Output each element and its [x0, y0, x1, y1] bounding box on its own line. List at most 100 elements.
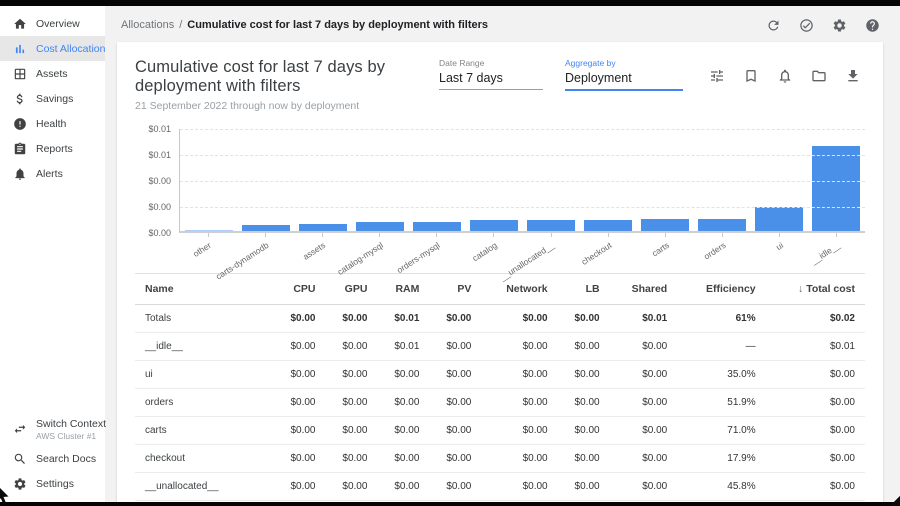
home-icon	[13, 17, 27, 31]
cell-cpu: $0.00	[274, 389, 326, 417]
table-row-totals[interactable]: Totals$0.00$0.00$0.01$0.00$0.00$0.00$0.0…	[135, 305, 865, 333]
sidebar-item-text: Settings	[36, 478, 74, 490]
column-header-lb[interactable]: LB	[558, 274, 610, 305]
cell-ram: $0.00	[377, 361, 429, 389]
folder-icon[interactable]	[807, 64, 831, 88]
sidebar: OverviewCost Allocation Assets SavingsHeal…	[0, 6, 105, 502]
sidebar-item-alerts[interactable]: Alerts	[0, 161, 105, 186]
breadcrumb: Allocations / Cumulative cost for last 7…	[121, 19, 488, 31]
sidebar-item-settings[interactable]: Settings	[0, 471, 105, 496]
error-icon	[13, 117, 27, 131]
cell-network: $0.00	[481, 473, 557, 501]
sidebar-item-savings[interactable]: Savings	[0, 86, 105, 111]
cell-lb: $0.00	[558, 417, 610, 445]
cell-total-cost: $0.02	[766, 305, 865, 333]
bar-ui[interactable]	[755, 207, 803, 231]
help-icon[interactable]	[860, 13, 884, 37]
sidebar-item-health[interactable]: Health	[0, 111, 105, 136]
table-row-ui[interactable]: ui$0.00$0.00$0.00$0.00$0.00$0.00$0.0035.…	[135, 361, 865, 389]
chart-gridline	[180, 207, 865, 208]
column-header-total-cost[interactable]: ↓ Total cost	[766, 274, 865, 305]
check-circle-icon[interactable]	[794, 13, 818, 37]
breadcrumb-separator: /	[179, 19, 182, 31]
sidebar-item-search-docs[interactable]: Search Docs	[0, 446, 105, 471]
sidebar-item-overview[interactable]: Overview	[0, 11, 105, 36]
column-header-name[interactable]: Name	[135, 274, 274, 305]
download-icon[interactable]	[841, 64, 865, 88]
bar-carts-dynamodb[interactable]	[242, 225, 290, 231]
column-header-shared[interactable]: Shared	[610, 274, 678, 305]
x-tick: checkout	[579, 233, 636, 267]
cell-efficiency: 35.0%	[677, 361, 765, 389]
bar-unallocated[interactable]	[527, 220, 575, 231]
bar-checkout[interactable]	[584, 220, 632, 231]
cell-gpu: $0.00	[325, 361, 377, 389]
bar-assets[interactable]	[299, 224, 347, 231]
dollar-icon	[13, 92, 27, 106]
bar-catalog[interactable]	[470, 220, 518, 231]
table-row-idle[interactable]: __idle__$0.00$0.00$0.01$0.00$0.00$0.00$0…	[135, 333, 865, 361]
x-axis-category-label: catalog	[470, 240, 498, 263]
title-block: Cumulative cost for last 7 days by deplo…	[135, 58, 439, 112]
sidebar-item-label: Switch Context	[36, 418, 106, 430]
cell-network: $0.00	[481, 361, 557, 389]
x-tick: carts	[636, 233, 693, 267]
gear-icon[interactable]	[827, 13, 851, 37]
cell-cpu: $0.00	[274, 305, 326, 333]
cell-shared: $0.00	[610, 473, 678, 501]
cell-shared: $0.00	[610, 445, 678, 473]
cell-ram: $0.00	[377, 389, 429, 417]
table-row-unallocated[interactable]: __unallocated__$0.00$0.00$0.00$0.00$0.00…	[135, 473, 865, 501]
cell-total-cost: $0.00	[766, 417, 865, 445]
bar-carts[interactable]	[641, 219, 689, 232]
date-range-select[interactable]: Date Range Last 7 days	[439, 58, 543, 90]
cell-shared: $0.01	[610, 305, 678, 333]
chart-plot-area	[179, 129, 865, 233]
column-header-cpu[interactable]: CPU	[274, 274, 326, 305]
column-header-efficiency[interactable]: Efficiency	[677, 274, 765, 305]
cell-cpu: $0.00	[274, 445, 326, 473]
y-axis-tick-label: $0.01	[148, 124, 171, 134]
cell-pv: $0.00	[429, 445, 481, 473]
cell-name: __idle__	[135, 333, 274, 361]
sidebar-item-cost-allocation[interactable]: Cost Allocation	[0, 36, 105, 61]
cell-shared: $0.00	[610, 417, 678, 445]
table-row-carts[interactable]: carts$0.00$0.00$0.00$0.00$0.00$0.00$0.00…	[135, 417, 865, 445]
aggregate-by-select[interactable]: Aggregate by Deployment	[565, 58, 683, 91]
x-axis-category-label: assets	[301, 240, 327, 262]
sidebar-item-assets[interactable]: Assets	[0, 61, 105, 86]
y-axis-tick-label: $0.00	[148, 176, 171, 186]
main-area: Allocations / Cumulative cost for last 7…	[105, 6, 900, 502]
bell-outline-icon[interactable]	[773, 64, 797, 88]
cell-total-cost: $0.00	[766, 473, 865, 501]
bar-slot	[522, 129, 579, 231]
column-header-ram[interactable]: RAM	[377, 274, 429, 305]
sidebar-item-label: Alerts	[36, 168, 63, 180]
column-header-pv[interactable]: PV	[429, 274, 481, 305]
column-header-gpu[interactable]: GPU	[325, 274, 377, 305]
cell-gpu: $0.00	[325, 417, 377, 445]
screen-bottom-bezel	[0, 502, 900, 506]
cell-ram: $0.00	[377, 417, 429, 445]
y-axis-tick-label: $0.01	[148, 150, 171, 160]
bar-idle[interactable]	[812, 146, 860, 231]
table-row-orders[interactable]: orders$0.00$0.00$0.00$0.00$0.00$0.00$0.0…	[135, 389, 865, 417]
sidebar-item-label: Settings	[36, 478, 74, 490]
refresh-icon[interactable]	[761, 13, 785, 37]
chart-x-axis: othercarts-dynamodbassetscatalog-mysqlor…	[179, 233, 865, 267]
chart-gridline	[180, 181, 865, 182]
bookmark-icon[interactable]	[739, 64, 763, 88]
bar-orders-mysql[interactable]	[413, 222, 461, 231]
sidebar-item-switch-context[interactable]: Switch ContextAWS Cluster #1	[0, 412, 105, 446]
tune-icon[interactable]	[705, 64, 729, 88]
sidebar-item-reports[interactable]: Reports	[0, 136, 105, 161]
breadcrumb-allocations-link[interactable]: Allocations	[121, 19, 174, 31]
column-header-network[interactable]: Network	[481, 274, 557, 305]
bar-orders[interactable]	[698, 219, 746, 232]
chart-gridline	[180, 129, 865, 130]
cell-efficiency: 45.8%	[677, 473, 765, 501]
table-row-checkout[interactable]: checkout$0.00$0.00$0.00$0.00$0.00$0.00$0…	[135, 445, 865, 473]
bar-catalog-mysql[interactable]	[356, 222, 404, 231]
bar-other[interactable]	[185, 230, 233, 231]
sidebar-item-label: Assets	[36, 68, 68, 80]
